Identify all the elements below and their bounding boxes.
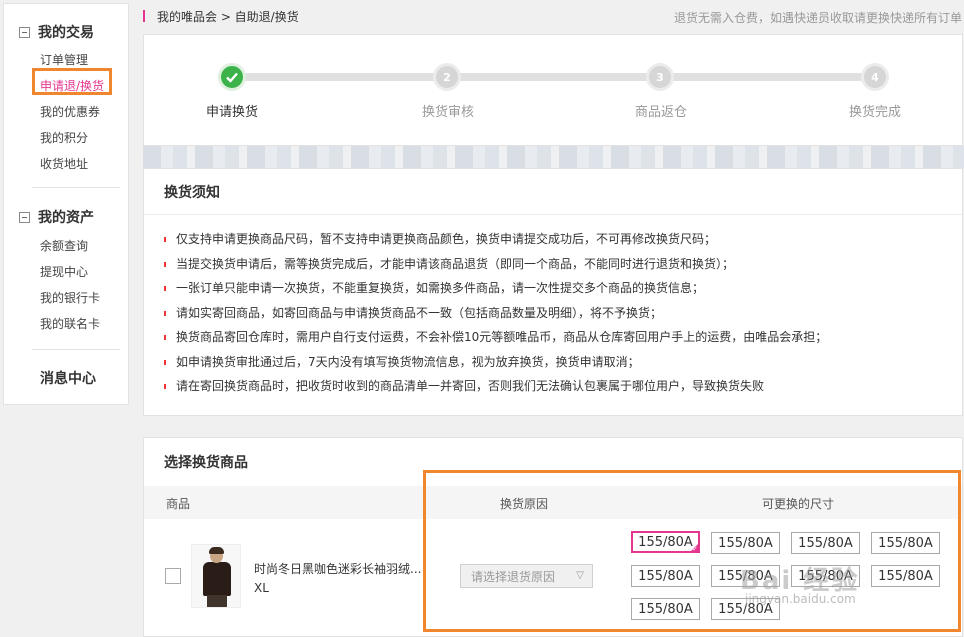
size-option-selected[interactable]: 155/80A ✓ bbox=[631, 531, 700, 553]
check-icon: ✓ bbox=[692, 545, 698, 553]
rule-text: 当提交换货申请后，需等换货完成后，才能申请该商品退货（即同一个商品，不能同时进行… bbox=[176, 256, 735, 271]
product-size: XL bbox=[254, 581, 269, 595]
goods-selection: 选择换货商品 商品 换货原因 可更换的尺寸 时尚冬日黑咖色迷彩长袖羽绒... X… bbox=[143, 437, 963, 637]
sidebar-item-co-card[interactable]: 我的联名卡 bbox=[40, 315, 100, 332]
collapse-icon[interactable] bbox=[19, 26, 30, 38]
bullet-icon bbox=[164, 261, 166, 267]
shipping-notice: 退货无需入仓费，如遇快递员收取请更换快递所有订单 bbox=[673, 11, 962, 25]
rule-item: 当提交换货申请后，需等换货完成后，才能申请该商品退货（即同一个商品，不能同时进行… bbox=[164, 252, 827, 277]
bullet-icon bbox=[164, 335, 166, 340]
size-option[interactable]: 155/80A bbox=[711, 532, 780, 554]
rules-list: 仅支持申请更换商品尺码，暂不支持申请更换商品颜色，换货申请提交成功后，不可再修改… bbox=[164, 227, 827, 399]
check-icon bbox=[226, 72, 238, 83]
rule-text: 一张订单只能申请一次换货，不能重复换货，如需换多件商品，请一次性提交多个商品的换… bbox=[176, 281, 705, 295]
rules-title: 换货须知 bbox=[144, 169, 962, 215]
group-title: 我的交易 bbox=[38, 25, 94, 41]
sidebar: 我的交易 订单管理 申请退/换货 我的优惠券 我的积分 收货地址 我的资产 余额… bbox=[3, 3, 129, 405]
size-option[interactable]: 155/80A bbox=[631, 565, 700, 587]
rule-text: 如申请换货审批通过后，7天内没有填写换货物流信息，视为放弃换货，换货申请取消； bbox=[176, 354, 640, 369]
chevron-down-icon: ▽ bbox=[576, 570, 584, 581]
rule-item: 换货商品寄回仓库时，需用户自行支付运费，不会补偿10元等额唯品币，商品从仓库寄回… bbox=[164, 325, 827, 350]
group-header-assets[interactable]: 我的资产 bbox=[19, 207, 94, 227]
skyline-decoration bbox=[143, 146, 964, 168]
bullet-icon bbox=[164, 237, 166, 242]
size-label: 155/80A bbox=[638, 568, 693, 584]
rule-text: 仅支持申请更换商品尺码，暂不支持申请更换商品颜色，换货申请提交成功后，不可再修改… bbox=[176, 232, 717, 246]
product-thumbnail[interactable] bbox=[191, 544, 241, 608]
step-4-dot: 4 bbox=[861, 63, 889, 91]
sidebar-item-coupons[interactable]: 我的优惠券 bbox=[40, 103, 100, 120]
bullet-icon bbox=[164, 359, 166, 365]
size-option[interactable]: 155/80A bbox=[871, 565, 940, 587]
goods-title: 选择换货商品 bbox=[164, 455, 248, 471]
divider bbox=[32, 349, 120, 350]
bullet-icon bbox=[164, 310, 166, 316]
table-row: 时尚冬日黑咖色迷彩长袖羽绒... XL 请选择退货原因 ▽ 155/80A ✓ … bbox=[144, 519, 962, 636]
rule-text: 请如实寄回商品，如寄回商品与申请换货商品不一致（包括商品数量及明细），将不予换货… bbox=[176, 305, 663, 320]
active-item-highlight bbox=[32, 68, 112, 95]
size-label: 155/80A bbox=[638, 601, 693, 617]
sidebar-item-points[interactable]: 我的积分 bbox=[40, 129, 88, 146]
size-option[interactable]: 155/80A bbox=[631, 598, 700, 620]
rule-item: 一张订单只能申请一次换货，不能重复换货，如需换多件商品，请一次性提交多个商品的换… bbox=[164, 276, 827, 301]
step-1-check-icon bbox=[218, 63, 246, 91]
size-label: 155/80A bbox=[798, 568, 853, 584]
size-label: 155/80A bbox=[718, 601, 773, 617]
sidebar-item-address[interactable]: 收货地址 bbox=[40, 155, 88, 172]
step-1-label: 申请换货 bbox=[205, 105, 259, 120]
size-option[interactable]: 155/80A bbox=[791, 565, 860, 587]
sidebar-item-orders[interactable]: 订单管理 bbox=[40, 51, 88, 68]
reason-placeholder: 请选择退货原因 bbox=[471, 569, 556, 584]
size-option[interactable]: 155/80A bbox=[791, 532, 860, 554]
breadcrumb: 我的唯品会 > 自助退/换货 bbox=[143, 6, 299, 26]
step-3-dot: 3 bbox=[646, 63, 674, 91]
group-title: 我的资产 bbox=[38, 210, 94, 226]
breadcrumb-text[interactable]: 我的唯品会 > 自助退/换货 bbox=[157, 8, 299, 25]
step-3-label: 商品返仓 bbox=[634, 105, 688, 120]
legs-shape bbox=[207, 595, 227, 607]
size-option[interactable]: 155/80A bbox=[871, 532, 940, 554]
goods-checkbox[interactable] bbox=[165, 568, 181, 584]
column-product: 商品 bbox=[166, 497, 191, 511]
size-option[interactable]: 155/80A bbox=[711, 598, 780, 620]
sidebar-item-balance[interactable]: 余额查询 bbox=[40, 237, 88, 254]
rule-item: 仅支持申请更换商品尺码，暂不支持申请更换商品颜色，换货申请提交成功后，不可再修改… bbox=[164, 227, 827, 252]
table-header: 商品 换货原因 可更换的尺寸 bbox=[144, 486, 962, 519]
bullet-icon bbox=[164, 286, 166, 291]
collapse-icon[interactable] bbox=[19, 211, 30, 223]
size-label: 155/80A bbox=[718, 568, 773, 584]
message-center-link[interactable]: 消息中心 bbox=[40, 368, 96, 388]
jacket-shape bbox=[203, 562, 231, 596]
size-label: 155/80A bbox=[718, 535, 773, 551]
size-label: 155/80A bbox=[878, 535, 933, 551]
rule-text: 请在寄回换货商品时，把收货时收到的商品清单一并寄回，否则我们无法确认包裹属于哪位… bbox=[176, 379, 765, 393]
breadcrumb-marker bbox=[143, 10, 145, 22]
column-reason: 换货原因 bbox=[500, 497, 549, 511]
step-2-dot: 2 bbox=[433, 63, 461, 91]
rule-text: 换货商品寄回仓库时，需用户自行支付运费，不会补偿10元等额唯品币，商品从仓库寄回… bbox=[176, 330, 828, 344]
column-sizes: 可更换的尺寸 bbox=[762, 497, 835, 511]
rule-item: 如申请换货审批通过后，7天内没有填写换货物流信息，视为放弃换货，换货申请取消； bbox=[164, 350, 827, 375]
progress-track bbox=[244, 73, 884, 81]
bullet-icon bbox=[164, 384, 166, 389]
hair-shape bbox=[209, 547, 224, 554]
size-label: 155/80A bbox=[878, 568, 933, 584]
step-4-label: 换货完成 bbox=[848, 105, 902, 120]
size-option[interactable]: 155/80A bbox=[711, 565, 780, 587]
exchange-rules: 换货须知 仅支持申请更换商品尺码，暂不支持申请更换商品颜色，换货申请提交成功后，… bbox=[143, 168, 963, 416]
reason-select[interactable]: 请选择退货原因 ▽ bbox=[460, 564, 593, 588]
rule-item: 请如实寄回商品，如寄回商品与申请换货商品不一致（包括商品数量及明细），将不予换货… bbox=[164, 301, 827, 326]
divider bbox=[32, 187, 120, 188]
step-2-label: 换货审核 bbox=[421, 105, 475, 120]
sidebar-item-withdraw[interactable]: 提现中心 bbox=[40, 263, 88, 280]
group-header-trade[interactable]: 我的交易 bbox=[19, 22, 94, 42]
progress-steps: 2 3 4 申请换货 换货审核 商品返仓 换货完成 bbox=[143, 34, 963, 146]
sidebar-item-bank-card[interactable]: 我的银行卡 bbox=[40, 289, 100, 306]
rule-item: 请在寄回换货商品时，把收货时收到的商品清单一并寄回，否则我们无法确认包裹属于哪位… bbox=[164, 374, 827, 399]
size-label: 155/80A bbox=[798, 535, 853, 551]
product-name[interactable]: 时尚冬日黑咖色迷彩长袖羽绒... bbox=[254, 560, 424, 577]
size-label: 155/80A bbox=[638, 534, 693, 550]
